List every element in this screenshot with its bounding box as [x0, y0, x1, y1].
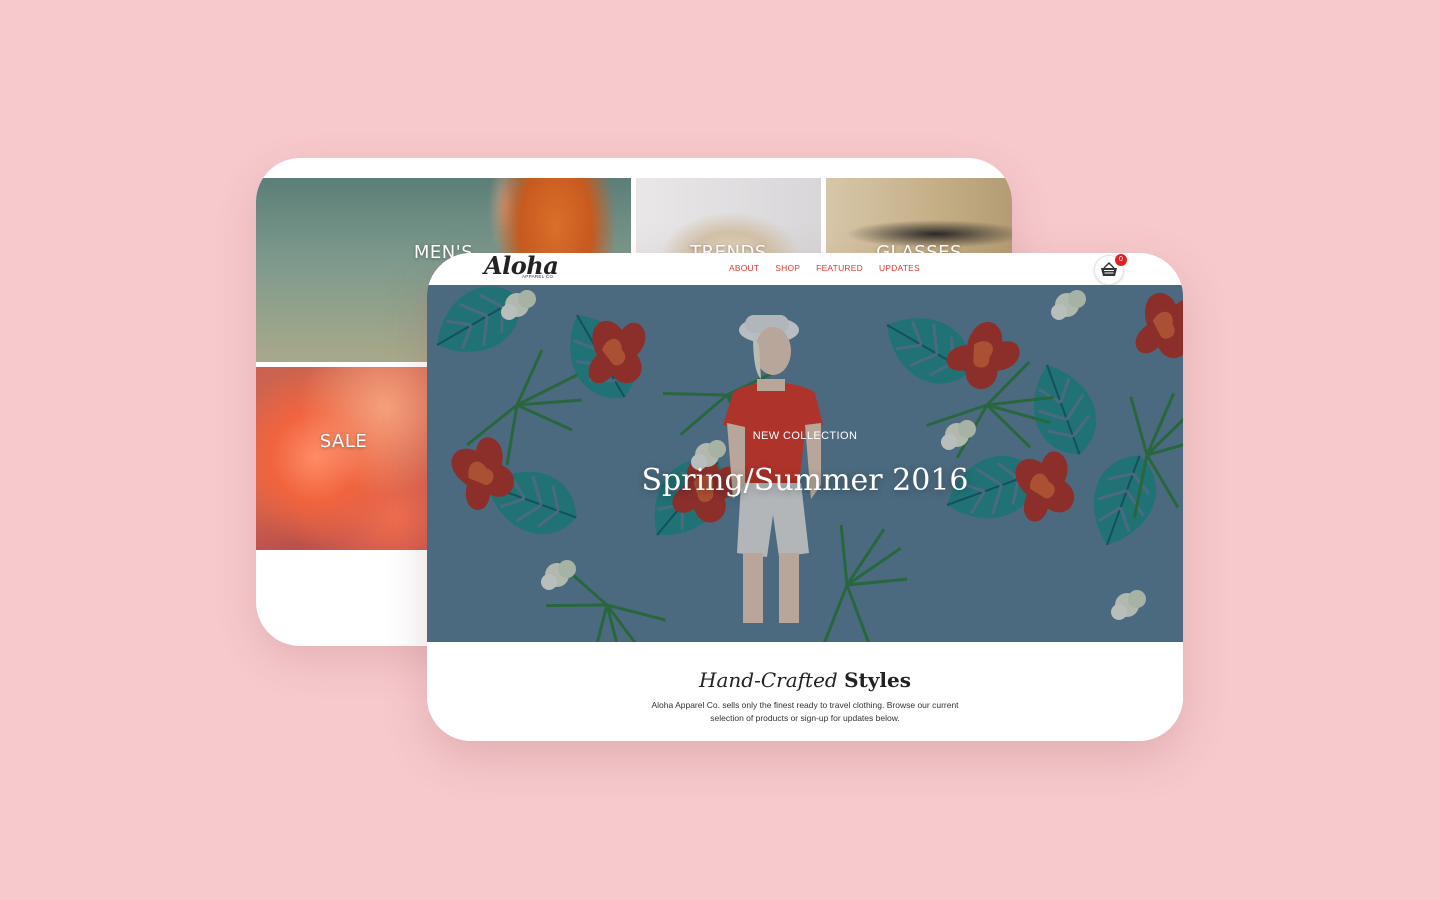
nav-link-updates[interactable]: UPDATES: [879, 263, 920, 273]
intro-heading-italic: Hand-Crafted: [699, 668, 838, 692]
storefront-card: Aloha APPAREL CO. ABOUT SHOP FEATURED UP…: [427, 253, 1183, 741]
hero-banner: NEW COLLECTION Spring/Summer 2016: [427, 285, 1183, 642]
nav-link-about[interactable]: ABOUT: [729, 263, 759, 273]
intro-heading: Hand-Crafted Styles: [427, 668, 1183, 692]
nav-link-featured[interactable]: FEATURED: [816, 263, 863, 273]
intro-paragraph: Aloha Apparel Co. sells only the finest …: [651, 700, 959, 723]
hero-kicker: NEW COLLECTION: [752, 430, 858, 442]
category-tile-glasses[interactable]: GLASSES: [826, 178, 1012, 262]
nav-link-shop[interactable]: SHOP: [775, 263, 800, 273]
main-nav: ABOUT SHOP FEATURED UPDATES: [729, 263, 920, 273]
cart-button[interactable]: 0: [1094, 254, 1127, 285]
brand-logo-subtitle: APPAREL CO.: [522, 274, 555, 279]
category-tile-sale[interactable]: SALE: [256, 367, 431, 550]
basket-icon: [1101, 262, 1117, 276]
category-tile-trends[interactable]: TRENDS: [636, 178, 821, 262]
intro-section: Hand-Crafted Styles Aloha Apparel Co. se…: [427, 642, 1183, 741]
cart-count-badge: 0: [1115, 254, 1127, 266]
category-tile-label: SALE: [319, 431, 368, 452]
intro-heading-bold: Styles: [844, 668, 911, 692]
hero-title: Spring/Summer 2016: [641, 463, 969, 498]
top-navbar: Aloha APPAREL CO. ABOUT SHOP FEATURED UP…: [427, 253, 1183, 285]
